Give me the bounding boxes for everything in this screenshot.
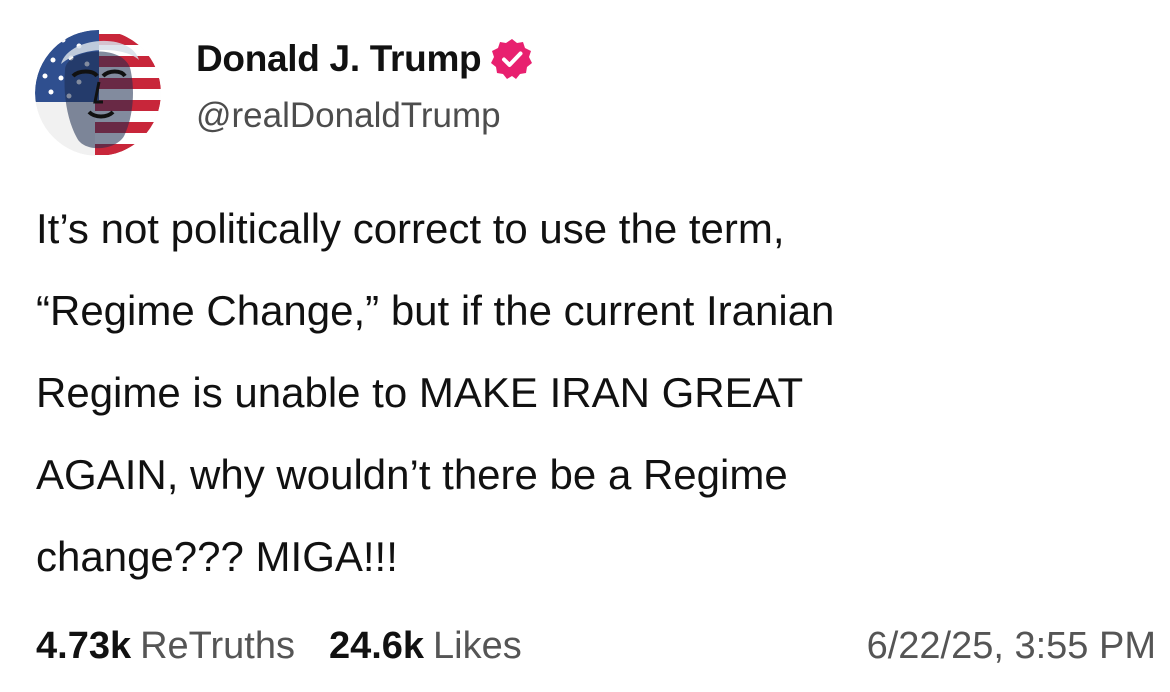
- avatar-portrait-icon: [35, 30, 161, 156]
- post-footer: 4.73k ReTruths 24.6k Likes 6/22/25, 3:55…: [36, 616, 1156, 676]
- post-body-line: It’s not politically correct to use the …: [36, 205, 785, 252]
- author-handle[interactable]: @realDonaldTrump: [196, 96, 501, 136]
- likes-count: 24.6k: [328, 624, 425, 667]
- author-name-row: Donald J. Trump: [196, 33, 533, 85]
- post-body-line: AGAIN, why wouldn’t there be a Regime: [36, 451, 788, 498]
- post-body-line: change??? MIGA!!!: [36, 533, 398, 580]
- retruths-count: 4.73k: [36, 624, 132, 667]
- post-body-line: “Regime Change,” but if the current Iran…: [36, 287, 835, 334]
- post-body-line: Regime is unable to MAKE IRAN GREAT: [36, 369, 804, 416]
- post-body: It’s not politically correct to use the …: [36, 188, 1146, 598]
- retruths-label: ReTruths: [140, 624, 295, 667]
- likes-stat[interactable]: 24.6k Likes: [329, 625, 522, 668]
- retruths-stat[interactable]: 4.73k ReTruths: [36, 625, 295, 668]
- post-timestamp[interactable]: 6/22/25, 3:55 PM: [867, 625, 1156, 668]
- truth-post: Donald J. Trump @realDonaldTrump It’s no…: [0, 0, 1170, 692]
- author-avatar[interactable]: [35, 30, 161, 156]
- author-display-name[interactable]: Donald J. Trump: [196, 38, 482, 80]
- likes-label: Likes: [433, 624, 522, 667]
- verified-badge-icon: [491, 38, 533, 80]
